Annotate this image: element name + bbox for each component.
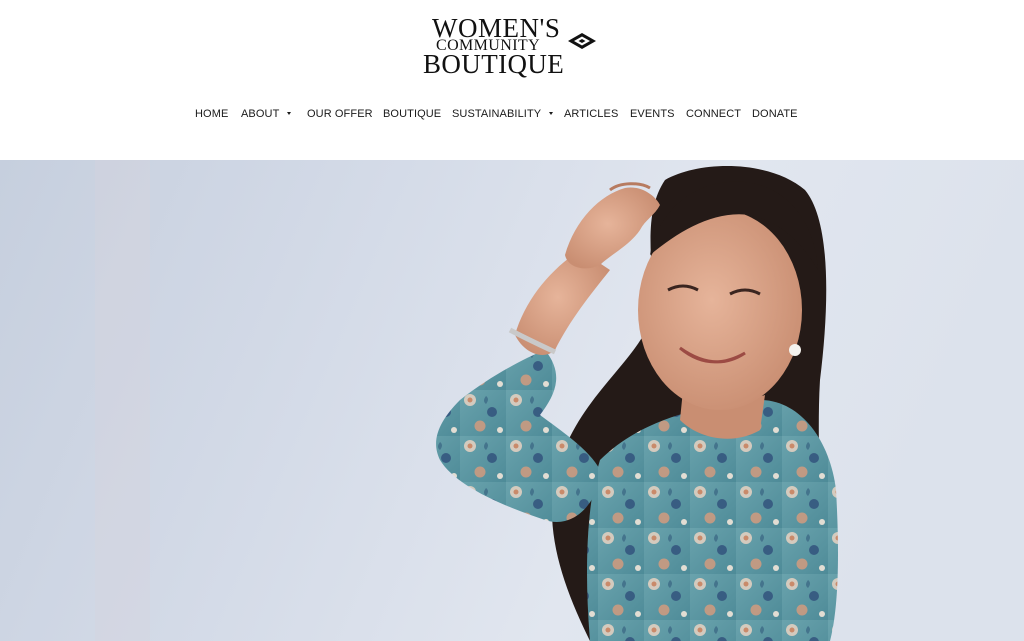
nav-item-label: HOME	[195, 108, 229, 120]
nav-item-about[interactable]: ABOUT	[241, 104, 292, 124]
hero-banner	[0, 160, 1024, 641]
nav-item-connect[interactable]: CONNECT	[686, 104, 741, 124]
nav-item-label: DONATE	[752, 108, 798, 120]
nav-item-donate[interactable]: DONATE	[752, 104, 798, 124]
site-header: WOMEN'S COMMUNITY BOUTIQUE HOME ABOUT OU…	[0, 0, 1024, 160]
hero-photo-smiling-woman	[0, 160, 1024, 641]
nav-item-home[interactable]: HOME	[195, 104, 228, 124]
nav-item-label: EVENTS	[630, 108, 675, 120]
caret-down-icon	[287, 112, 292, 115]
site-logo-link[interactable]: WOMEN'S COMMUNITY BOUTIQUE	[420, 14, 606, 80]
nav-item-label: ARTICLES	[564, 108, 619, 120]
logo-text-boutique: BOUTIQUE	[423, 49, 565, 79]
nav-item-events[interactable]: EVENTS	[630, 104, 675, 124]
caret-down-icon	[549, 112, 554, 115]
nav-item-our-offer[interactable]: OUR OFFER	[307, 104, 373, 124]
nav-item-label: SUSTAINABILITY	[452, 108, 542, 120]
diamond-logo-icon	[568, 33, 596, 49]
nav-item-label: CONNECT	[686, 108, 742, 120]
nav-item-boutique[interactable]: BOUTIQUE	[383, 104, 441, 124]
nav-item-label: BOUTIQUE	[383, 108, 442, 120]
main-navigation: HOME ABOUT OUR OFFER BOUTIQUE SUSTAINABI…	[0, 104, 1024, 124]
nav-item-label: ABOUT	[241, 108, 280, 120]
nav-item-label: OUR OFFER	[307, 108, 373, 120]
nav-item-sustainability[interactable]: SUSTAINABILITY	[452, 104, 554, 124]
nav-item-articles[interactable]: ARTICLES	[564, 104, 618, 124]
